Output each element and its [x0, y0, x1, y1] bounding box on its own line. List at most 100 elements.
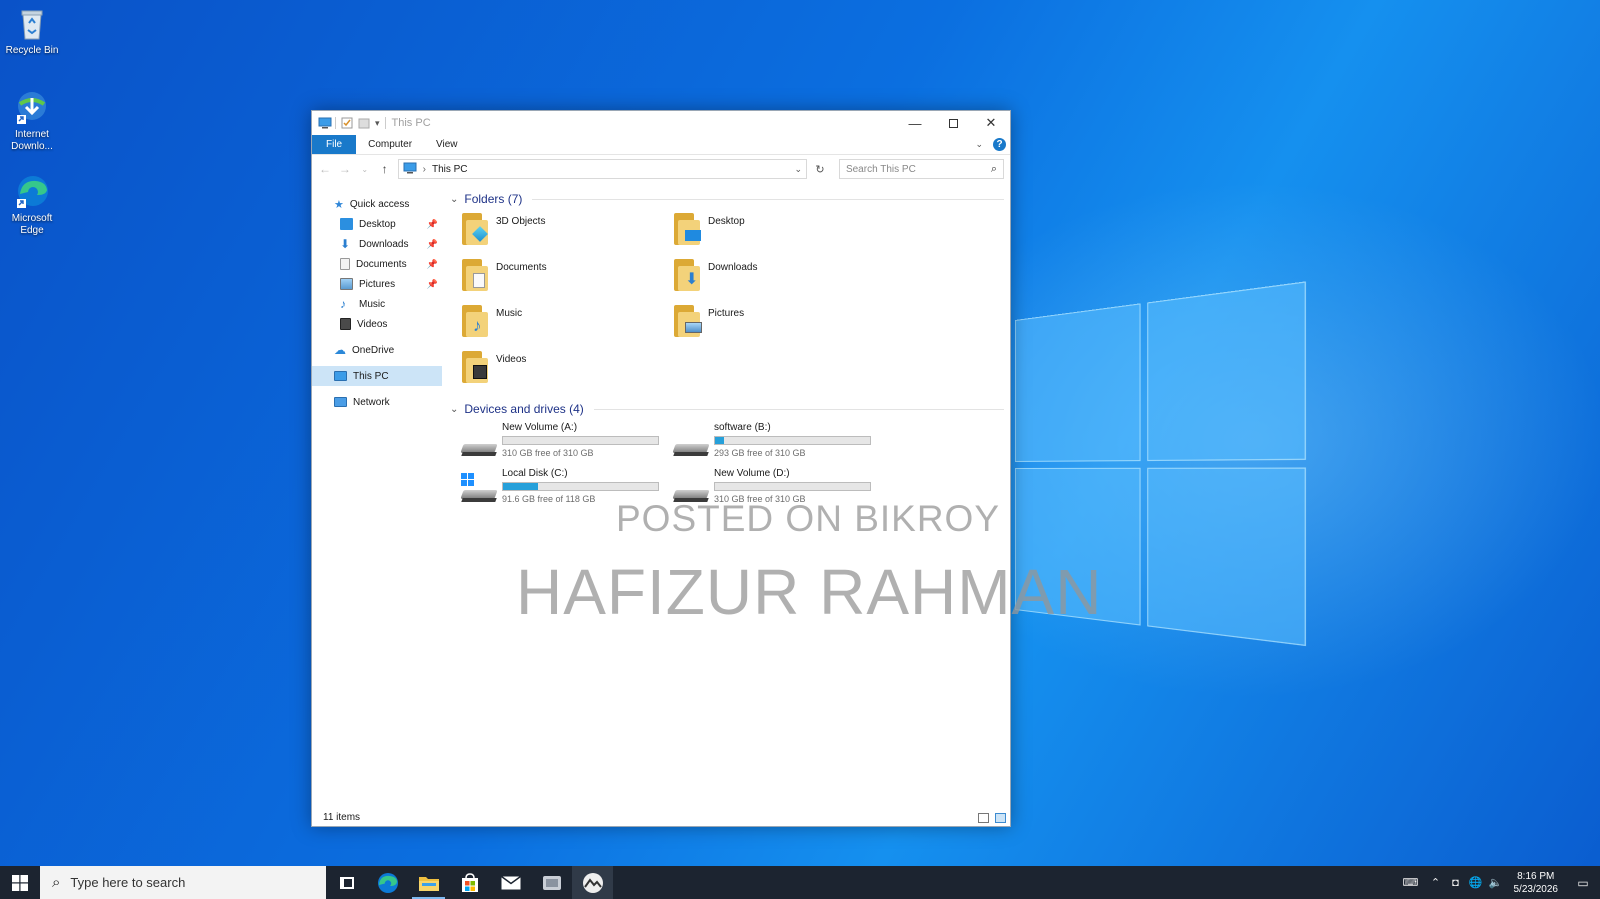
windows-start-icon [12, 874, 28, 891]
chevron-up-icon[interactable]: ⌃ [1426, 876, 1446, 889]
folder-music[interactable]: ♪ Music [460, 302, 672, 348]
videos-icon [340, 318, 351, 330]
up-button[interactable]: ↑ [378, 162, 392, 176]
drives-grid: New Volume (A:) 310 GB free of 310 GB so… [450, 420, 1004, 514]
title-bar[interactable]: ▾ This PC — ✕ [312, 111, 1010, 135]
desktop-icon-recycle-bin[interactable]: Recycle Bin [4, 6, 60, 57]
nav-label: This PC [353, 370, 389, 382]
taskbar-mail[interactable] [490, 866, 531, 899]
maximize-button[interactable] [934, 111, 972, 135]
taskbar-file-explorer[interactable] [408, 866, 449, 899]
nav-onedrive[interactable]: ☁ OneDrive [312, 340, 442, 360]
nav-label: Downloads [359, 238, 409, 250]
customize-toolbar-icon[interactable]: ▾ [375, 118, 380, 129]
folder-desktop[interactable]: Desktop [672, 210, 884, 256]
tab-file[interactable]: File [312, 135, 357, 154]
new-folder-icon[interactable] [358, 117, 370, 129]
help-icon[interactable]: ? [993, 138, 1006, 151]
system-tray: ⌨ ⌃ ◘ 🌐 🔈 8:16 PM 5/23/2026 ▭ [1396, 866, 1600, 899]
drive-usage-bar [502, 436, 659, 445]
properties-icon[interactable] [341, 117, 353, 129]
drive-usage-bar [714, 482, 871, 491]
folders-group-header[interactable]: ⌄ Folders (7) [450, 188, 1004, 210]
taskbar-app-active[interactable] [572, 866, 613, 899]
folder-icon [418, 876, 439, 891]
back-button[interactable]: ← [318, 162, 332, 176]
folder-3d-objects[interactable]: 3D Objects [460, 210, 672, 256]
desktop-icon-microsoft-edge[interactable]: Microsoft Edge [4, 174, 60, 237]
folder-label: Downloads [708, 262, 758, 273]
search-input[interactable]: Search This PC ⌕ [838, 159, 1004, 179]
desktop-folder-icon [672, 210, 702, 246]
search-placeholder: Search This PC [845, 163, 916, 175]
start-button[interactable] [0, 866, 40, 899]
breadcrumb-separator: › [422, 163, 426, 175]
network-icon[interactable]: 🌐 [1466, 876, 1486, 889]
folder-videos[interactable]: Videos [460, 348, 672, 394]
star-icon: ★ [334, 198, 344, 211]
minimize-button[interactable]: — [896, 111, 934, 135]
taskbar-microsoft-store[interactable] [449, 866, 490, 899]
keyboard-icon[interactable]: ⌨ [1396, 876, 1426, 889]
volume-muted-icon[interactable]: 🔈 [1486, 876, 1506, 889]
mail-icon [500, 875, 521, 889]
pin-icon: 📌 [426, 218, 438, 229]
folder-downloads[interactable]: ⬇ Downloads [672, 256, 884, 302]
refresh-button[interactable]: ↻ [813, 163, 827, 176]
large-icons-view-button[interactable] [995, 812, 1006, 823]
nav-pictures[interactable]: Pictures 📌 [312, 274, 442, 294]
folders-grid: 3D Objects Desktop Documents ⬇ Downloads… [450, 210, 1004, 394]
tab-computer[interactable]: Computer [356, 135, 424, 154]
drive-c[interactable]: Local Disk (C:) 91.6 GB free of 118 GB [460, 468, 672, 514]
nav-label: OneDrive [352, 344, 395, 356]
folder-pictures[interactable]: Pictures [672, 302, 884, 348]
breadcrumb[interactable]: This PC [432, 164, 468, 175]
folder-label: Pictures [708, 308, 745, 319]
navigation-pane: ★ Quick access Desktop 📌 ⬇ Downloads 📌 D… [312, 184, 442, 809]
drive-d[interactable]: New Volume (D:) 310 GB free of 310 GB [672, 468, 884, 514]
close-button[interactable]: ✕ [972, 111, 1010, 135]
pin-icon: 📌 [426, 238, 438, 249]
nav-label: Music [359, 298, 386, 310]
meet-now-icon[interactable]: ◘ [1446, 877, 1466, 889]
desktop-icon-internet-download-manager[interactable]: Internet Downlo... [4, 90, 60, 153]
address-dropdown-icon[interactable]: ⌄ [795, 164, 803, 175]
taskbar-app-utility[interactable] [531, 866, 572, 899]
nav-downloads[interactable]: ⬇ Downloads 📌 [312, 234, 442, 254]
clock[interactable]: 8:16 PM 5/23/2026 [1506, 870, 1567, 896]
details-view-button[interactable] [978, 812, 989, 823]
edge-icon [377, 872, 398, 893]
taskbar-search-input[interactable]: ⌕ Type here to search [40, 866, 326, 899]
nav-network[interactable]: Network [312, 392, 442, 412]
folder-documents[interactable]: Documents [460, 256, 672, 302]
content-pane: ⌄ Folders (7) 3D Objects Desktop Documen… [442, 184, 1010, 809]
taskbar-edge[interactable] [367, 866, 408, 899]
close-icon: ✕ [985, 115, 997, 130]
nav-documents[interactable]: Documents 📌 [312, 254, 442, 274]
drive-usage-fill [503, 483, 538, 490]
drive-b[interactable]: software (B:) 293 GB free of 310 GB [672, 422, 884, 468]
nav-label: Videos [357, 318, 388, 330]
nav-music[interactable]: ♪ Music [312, 294, 442, 314]
tab-view[interactable]: View [424, 135, 470, 154]
recent-locations-button[interactable]: ⌄ [358, 165, 372, 174]
window-controls: — ✕ [896, 111, 1010, 135]
nav-this-pc[interactable]: This PC [312, 366, 442, 386]
desktop-icon-label: Internet Downlo... [11, 129, 53, 152]
task-view-button[interactable] [326, 866, 367, 899]
nav-desktop[interactable]: Desktop 📌 [312, 214, 442, 234]
drive-a[interactable]: New Volume (A:) 310 GB free of 310 GB [460, 422, 672, 468]
desktop-icon-label: Recycle Bin [5, 45, 59, 56]
running-app-icon [582, 872, 603, 893]
expand-ribbon-icon[interactable]: ⌄ [975, 139, 983, 150]
documents-icon [340, 258, 350, 270]
this-pc-icon [334, 371, 347, 381]
store-icon [461, 872, 478, 892]
drives-group-header[interactable]: ⌄ Devices and drives (4) [450, 398, 1004, 420]
notification-center-icon[interactable]: ▭ [1566, 876, 1600, 890]
address-bar[interactable]: › This PC ⌄ [397, 159, 808, 179]
nav-quick-access[interactable]: ★ Quick access [312, 194, 442, 214]
edge-icon [14, 174, 50, 210]
nav-videos[interactable]: Videos [312, 314, 442, 334]
forward-button[interactable]: → [338, 162, 352, 176]
